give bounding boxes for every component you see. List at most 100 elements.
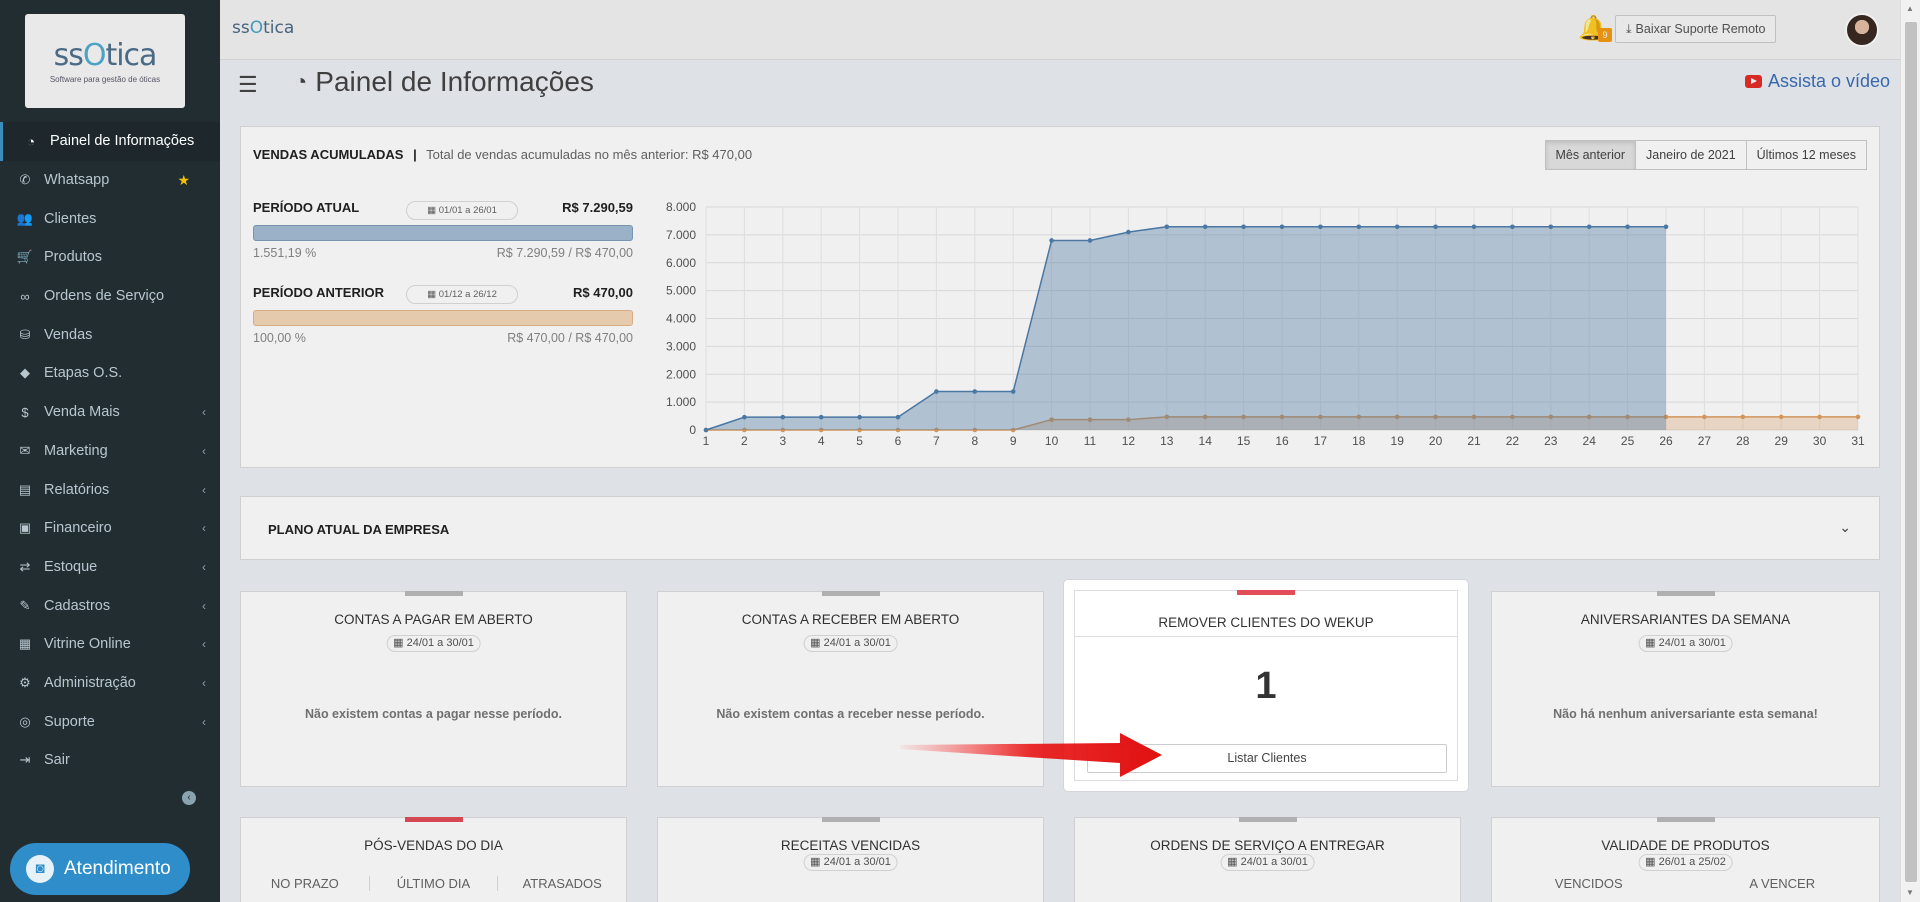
point-previous-period [1740, 414, 1746, 420]
point-current-period [1126, 229, 1131, 235]
chevron-left-icon: ‹ [202, 482, 206, 497]
x-tick-label: 12 [1122, 434, 1136, 448]
sidebar-item-label: Etapas O.S. [44, 365, 123, 382]
scroll-down-icon[interactable]: ▼ [1906, 888, 1914, 897]
notification-badge: 9 [1598, 28, 1612, 42]
point-current-period [1202, 224, 1208, 230]
watch-video-link[interactable]: Assista o vídeo [1745, 71, 1890, 92]
plan-title: PLANO ATUAL DA EMPRESA [268, 522, 450, 537]
sidebar-item-relatorios[interactable]: ▤ Relatórios ‹ [0, 470, 220, 509]
plan-panel[interactable]: PLANO ATUAL DA EMPRESA ⌄ [240, 496, 1880, 560]
sidebar-item-produtos[interactable]: 🛒 Produtos [0, 238, 220, 277]
sidebar-item-vendas[interactable]: ⛁ Vendas [0, 315, 220, 354]
validity-tabs: VENCIDOS A VENCER [1492, 876, 1879, 891]
sidebar-item-label: Ordens de Serviço [44, 288, 165, 305]
reports-icon: ▤ [18, 481, 32, 497]
card-message: Não existem contas a receber nesse perío… [716, 707, 985, 721]
y-tick-label: 3.000 [666, 339, 696, 353]
y-tick-label: 2.000 [666, 367, 696, 381]
brand-logo[interactable]: ssOtica Software para gestão de óticas [25, 14, 185, 108]
atendimento-button[interactable]: ◙ Atendimento [10, 843, 190, 895]
chevron-left-icon: ‹ [202, 637, 206, 652]
point-current-period [703, 427, 709, 433]
hamburger-menu-icon[interactable]: ☰ [238, 72, 258, 98]
x-tick-label: 2 [741, 434, 748, 448]
sidebar-item-painel-de-informacoes[interactable]: ◔ Painel de Informações [0, 122, 220, 161]
sidebar-item-ordens-de-servico[interactable]: ∞ Ordens de Serviço [0, 277, 220, 316]
tab-to-expire[interactable]: A VENCER [1686, 876, 1880, 891]
tag-icon: ◆ [20, 365, 30, 381]
sidebar-item-marketing[interactable]: ✉ Marketing ‹ [0, 432, 220, 471]
x-tick-label: 4 [818, 434, 825, 448]
point-previous-period [1702, 414, 1707, 420]
sidebar-item-estoque[interactable]: ⇄ Estoque ‹ [0, 548, 220, 587]
card-tab [404, 591, 463, 596]
y-tick-label: 1.000 [666, 395, 696, 409]
sidebar-item-cadastros[interactable]: ✎ Cadastros ‹ [0, 586, 220, 625]
sidebar-item-label: Vitrine Online [44, 636, 131, 653]
sidebar-item-label: Sair [44, 752, 70, 769]
sidebar-collapse-icon[interactable]: ‹ [182, 791, 196, 805]
download-icon: ⤓ [1626, 21, 1632, 36]
sales-chart: 0 1.000 2.000 3.000 4.000 5.000 6.000 7.000 8.00… [666, 200, 1865, 448]
sidebar-item-financeiro[interactable]: ▣ Financeiro ‹ [0, 509, 220, 548]
card-title: RECEITAS VENCIDAS [780, 838, 921, 853]
tab-on-time[interactable]: NO PRAZO [241, 876, 370, 891]
logo-tagline: Software para gestão de óticas [49, 75, 161, 84]
tab-overdue[interactable]: ATRASADOS [498, 876, 626, 891]
x-tick-label: 3 [779, 434, 786, 448]
tab-last-day[interactable]: ÚLTIMO DIA [370, 876, 499, 891]
card-birthdays: ANIVERSARIANTES DA SEMANA ▦ 24/01 a 30/0… [1491, 591, 1880, 787]
avatar[interactable] [1845, 13, 1879, 47]
sidebar-item-label: Cadastros [44, 597, 111, 614]
point-current-period [1010, 389, 1016, 394]
tab-expired[interactable]: VENCIDOS [1492, 876, 1686, 891]
sidebar-item-label: Financeiro [44, 520, 112, 537]
calendar-icon: ▦ [1227, 856, 1238, 868]
page-title-text: Painel de Informações [315, 66, 594, 97]
card-title: PÓS-VENDAS DO DIA [364, 838, 503, 853]
x-tick-label: 21 [1467, 434, 1481, 448]
scroll-up-icon[interactable]: ▲ [1906, 4, 1914, 13]
calendar-icon: ▦ [810, 637, 821, 649]
point-current-period [1471, 224, 1477, 230]
sidebar-item-clientes[interactable]: 👥 Clientes [0, 199, 220, 238]
glasses-icon: ∞ [20, 288, 30, 304]
point-current-period [1433, 224, 1438, 230]
sidebar-item-label: Venda Mais [44, 404, 120, 421]
sidebar-item-whatsapp[interactable]: ✆ Whatsapp ★ [0, 161, 220, 200]
x-tick-label: 29 [1775, 434, 1789, 448]
sidebar-item-sair[interactable]: ⇥ Sair [0, 741, 220, 780]
card-date: ▦ 26/01 a 25/02 [1638, 854, 1733, 871]
page-scrollbar[interactable]: ▲ ▼ [1900, 0, 1920, 902]
post-sales-tabs: NO PRAZO ÚLTIMO DIA ATRASADOS [241, 876, 626, 891]
scroll-thumb[interactable] [1905, 22, 1917, 882]
point-current-period [1164, 224, 1170, 230]
sidebar-item-administracao[interactable]: ⚙ Administração ‹ [0, 664, 220, 703]
point-current-period [972, 389, 978, 394]
chevron-left-icon: ‹ [202, 598, 206, 613]
sidebar-item-etapas-o-s[interactable]: ◆ Etapas O.S. [0, 354, 220, 393]
chevron-down-icon[interactable]: ⌄ [1839, 519, 1851, 536]
card-tab [821, 591, 880, 596]
sidebar-item-venda-mais[interactable]: $ Venda Mais ‹ [0, 393, 220, 432]
dashboard-icon: ◔ [294, 69, 308, 94]
download-support-button[interactable]: ⤓ Baixar Suporte Remoto [1615, 15, 1777, 43]
y-tick-label: 8.000 [666, 200, 696, 214]
card-service-orders: ORDENS DE SERVIÇO A ENTREGAR ▦ 24/01 a 3… [1074, 817, 1461, 902]
point-current-period [1625, 224, 1630, 230]
point-current-period [1394, 224, 1400, 230]
card-tab [404, 817, 463, 822]
card-date: ▦ 24/01 a 30/01 [386, 635, 481, 652]
y-tick-label: 6.000 [666, 256, 696, 270]
top-logo[interactable]: ssOtica [232, 18, 294, 38]
card-accounts-payable: CONTAS A PAGAR EM ABERTO ▦ 24/01 a 30/01… [240, 591, 627, 787]
sidebar-item-vitrine-online[interactable]: ▦ Vitrine Online ‹ [0, 625, 220, 664]
sidebar-item-label: Produtos [44, 249, 103, 266]
x-tick-label: 13 [1160, 434, 1174, 448]
sidebar-item-suporte[interactable]: ◎ Suporte ‹ [0, 702, 220, 741]
youtube-icon [1745, 75, 1762, 88]
sidebar-item-label: Vendas [44, 326, 93, 343]
card-tab [1656, 817, 1715, 822]
topbar: ssOtica ⤓ Baixar Suporte Remoto [220, 0, 1900, 60]
